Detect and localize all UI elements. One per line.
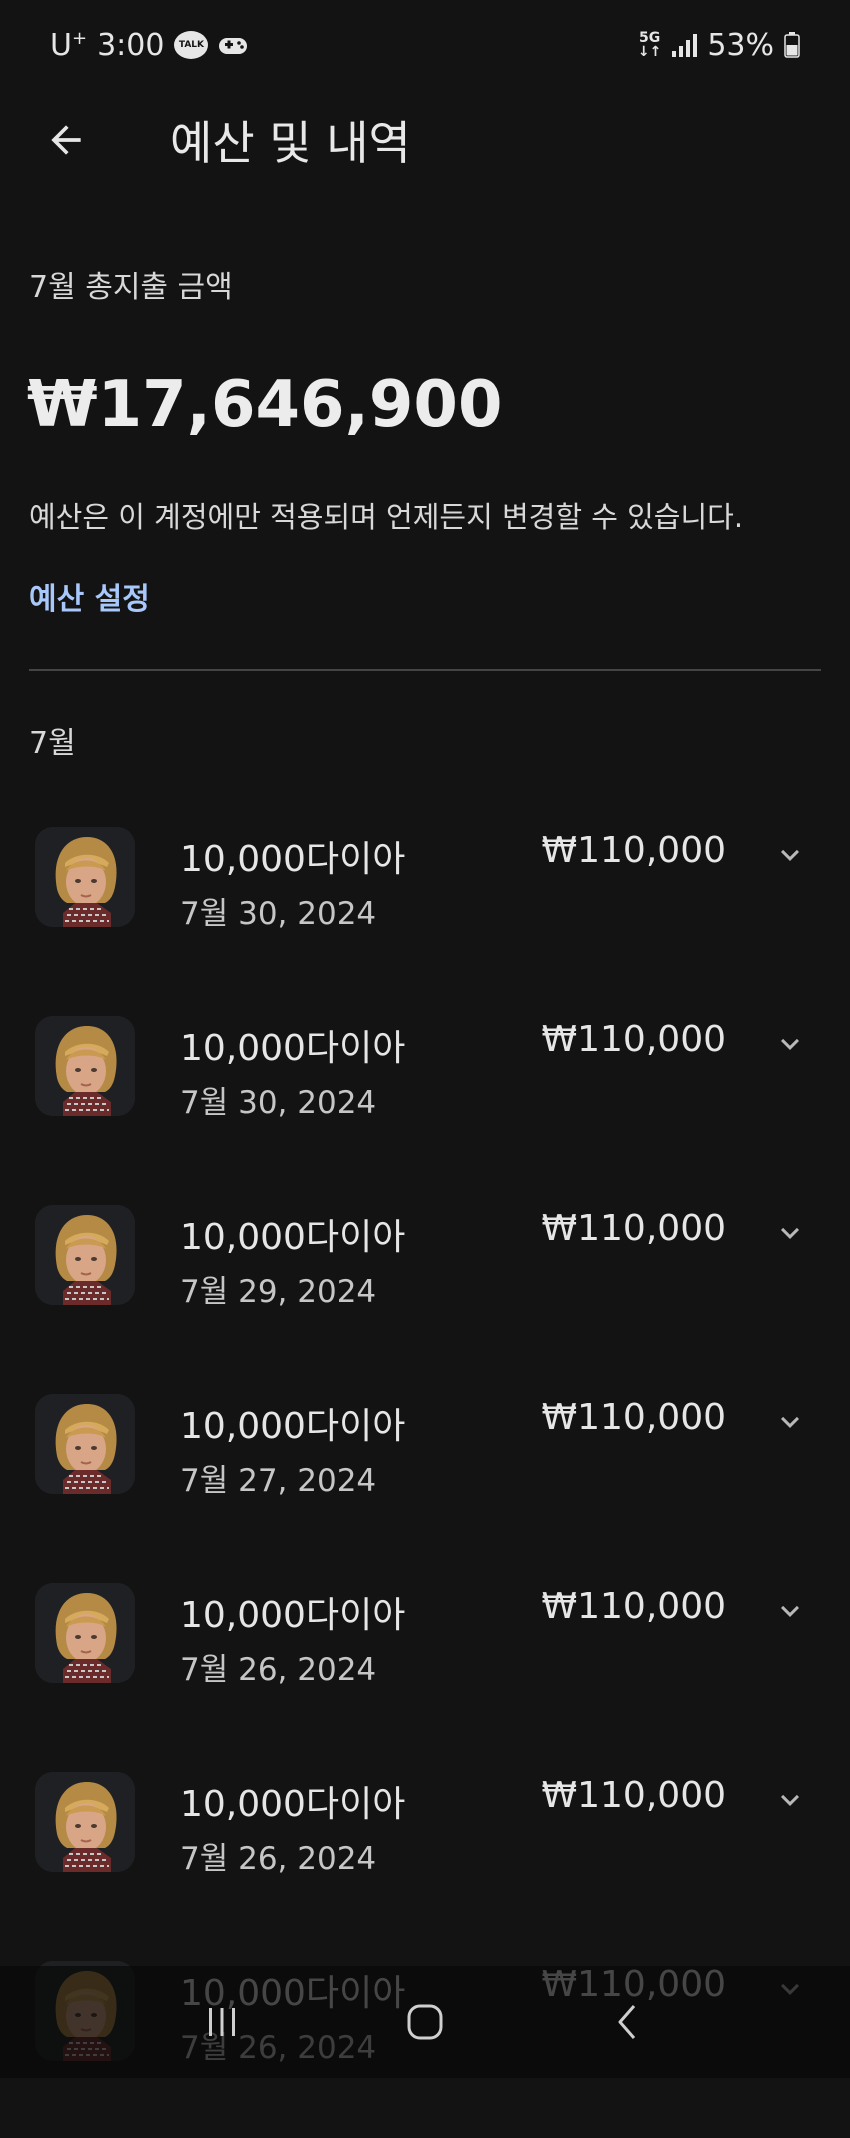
transaction-list: 10,000다이아 7월 30, 2024 ₩110,000 10,000다이아… [0, 815, 850, 2138]
home-button[interactable] [390, 1987, 460, 2057]
nav-back-button[interactable] [593, 1987, 663, 2057]
game-character-icon [35, 1205, 135, 1305]
5g-network-icon: 5G ↓↑ [637, 30, 662, 60]
game-character-icon [35, 827, 135, 927]
month-header: 7월 [29, 726, 76, 761]
chevron-down-icon [781, 1605, 799, 1617]
transaction-name: 10,000다이아 [180, 1784, 406, 1825]
status-bar: U+ 3:00 TALK 5G ↓↑ 53% [0, 0, 850, 90]
transaction-row[interactable]: 10,000다이아 7월 30, 2024 ₩110,000 [0, 1004, 850, 1193]
battery-percent: 53% [707, 27, 774, 63]
expand-button[interactable] [772, 1215, 808, 1251]
transaction-row[interactable]: 10,000다이아 7월 26, 2024 ₩110,000 [0, 1571, 850, 1760]
transaction-name: 10,000다이아 [180, 1217, 406, 1258]
system-navigation-bar [0, 1966, 850, 2078]
gamepad-icon [218, 32, 248, 58]
expand-button[interactable] [772, 1026, 808, 1062]
expand-button[interactable] [772, 837, 808, 873]
transaction-date: 7월 27, 2024 [180, 1463, 377, 1499]
status-right: 5G ↓↑ 53% [638, 28, 800, 63]
game-character-icon [35, 1583, 135, 1683]
expand-button[interactable] [772, 1404, 808, 1440]
app-thumbnail [35, 1772, 135, 1872]
transaction-row[interactable]: 10,000다이아 7월 27, 2024 ₩110,000 [0, 1382, 850, 1571]
signal-icon [671, 33, 698, 57]
summary-label: 7월 총지출 금액 [29, 270, 233, 305]
status-left: U+ 3:00 TALK [50, 28, 248, 63]
kakaotalk-icon: TALK [174, 31, 209, 59]
game-character-icon [35, 1772, 135, 1872]
divider [29, 669, 821, 671]
chevron-down-icon [781, 1416, 799, 1428]
transaction-amount: ₩110,000 [541, 1397, 726, 1438]
recents-icon [208, 2008, 235, 2036]
home-icon [407, 2004, 443, 2040]
app-thumbnail [35, 827, 135, 927]
transaction-amount: ₩110,000 [541, 1586, 726, 1627]
transaction-amount: ₩110,000 [541, 1208, 726, 1249]
transaction-name: 10,000다이아 [180, 1595, 406, 1636]
arrow-back-icon [51, 125, 81, 155]
transaction-date: 7월 26, 2024 [180, 1841, 377, 1877]
transaction-name: 10,000다이아 [180, 839, 406, 880]
clock: 3:00 [97, 27, 165, 63]
game-character-icon [35, 1394, 135, 1494]
transaction-amount: ₩110,000 [541, 1019, 726, 1060]
page-title: 예산 및 내역 [170, 116, 411, 170]
transaction-date: 7월 30, 2024 [180, 1085, 377, 1121]
chevron-down-icon [781, 1038, 799, 1050]
expand-button[interactable] [772, 1593, 808, 1629]
app-thumbnail [35, 1205, 135, 1305]
transaction-date: 7월 29, 2024 [180, 1274, 377, 1310]
chevron-down-icon [781, 1227, 799, 1239]
battery-icon [784, 32, 800, 58]
back-icon [618, 2005, 636, 2039]
app-bar: 예산 및 내역 [0, 100, 850, 180]
chevron-down-icon [781, 849, 799, 861]
transaction-date: 7월 26, 2024 [180, 1652, 377, 1688]
total-spend-amount: ₩17,646,900 [27, 368, 503, 442]
expand-button[interactable] [772, 1782, 808, 1818]
back-button[interactable] [40, 114, 92, 166]
transaction-date: 7월 30, 2024 [180, 896, 377, 932]
chevron-down-icon [781, 1794, 799, 1806]
transaction-row[interactable]: 10,000다이아 7월 29, 2024 ₩110,000 [0, 1193, 850, 1382]
budget-settings-link[interactable]: 예산 설정 [29, 574, 150, 618]
carrier-label: U+ [50, 27, 88, 63]
transaction-row[interactable]: 10,000다이아 7월 26, 2024 ₩110,000 [0, 1760, 850, 1949]
transaction-name: 10,000다이아 [180, 1406, 406, 1447]
app-thumbnail [35, 1583, 135, 1683]
transaction-name: 10,000다이아 [180, 1028, 406, 1069]
app-thumbnail [35, 1016, 135, 1116]
budget-note: 예산은 이 계정에만 적용되며 언제든지 변경할 수 있습니다. [29, 500, 744, 534]
app-thumbnail [35, 1394, 135, 1494]
transaction-amount: ₩110,000 [541, 830, 726, 871]
game-character-icon [35, 1016, 135, 1116]
transaction-amount: ₩110,000 [541, 1775, 726, 1816]
recents-button[interactable] [187, 1987, 257, 2057]
transaction-row[interactable]: 10,000다이아 7월 30, 2024 ₩110,000 [0, 815, 850, 1004]
